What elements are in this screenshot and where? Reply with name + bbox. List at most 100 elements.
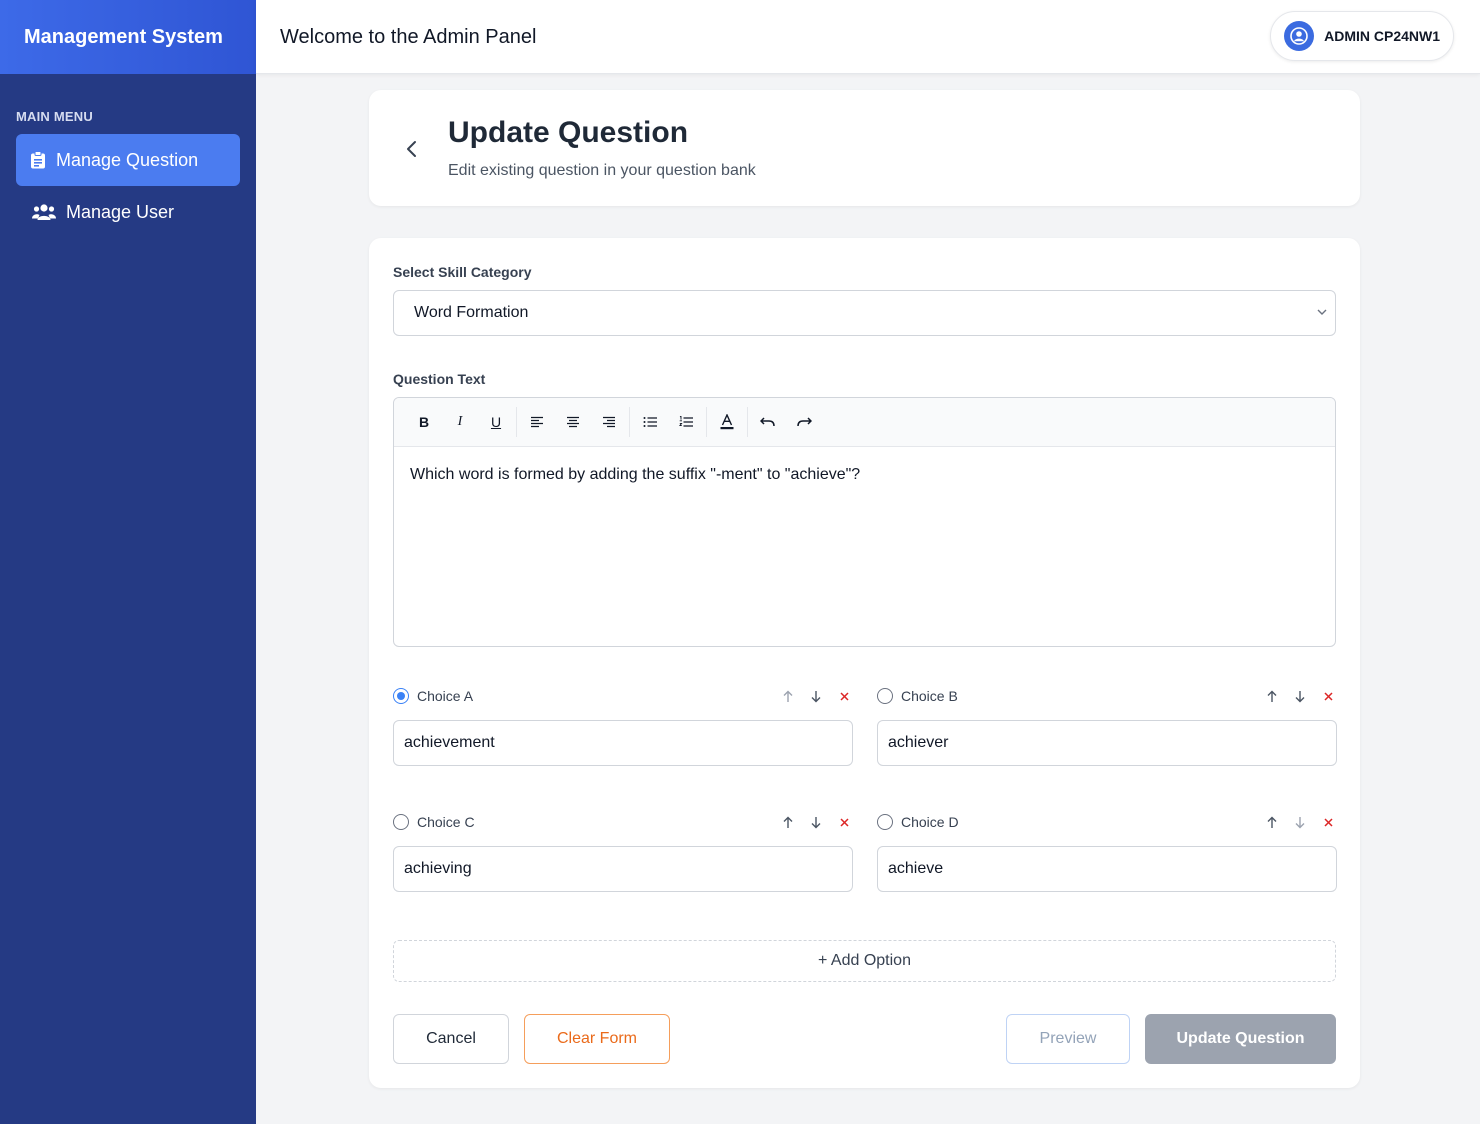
undo-button[interactable] [750,407,786,437]
choice-a-move-down[interactable] [802,686,830,706]
underline-button[interactable]: U [478,407,514,437]
skill-category-value: Word Formation [414,304,529,321]
clipboard-icon [30,151,46,169]
main-menu-heading: MAIN MENU [16,109,93,124]
choice-d-actions [1258,812,1342,832]
bold-icon: B [418,414,430,430]
arrow-up-icon [1267,816,1277,828]
choice-b-actions [1258,686,1342,706]
choice-b-header: Choice B [877,686,958,706]
category-label: Select Skill Category [393,264,532,280]
top-header: Welcome to the Admin Panel ADMIN CP24NW1 [256,0,1480,74]
bold-button[interactable]: B [406,407,442,437]
choice-c-move-down[interactable] [802,812,830,832]
choice-a-move-up[interactable] [774,686,802,706]
undo-icon [760,417,775,427]
text-color-button[interactable] [709,407,745,437]
redo-button[interactable] [786,407,822,437]
arrow-up-icon [783,816,793,828]
choice-b-input[interactable]: achiever [877,720,1337,766]
close-icon [839,817,849,827]
choice-c-label: Choice C [417,814,475,830]
bullet-list-button[interactable] [632,407,668,437]
header-title: Welcome to the Admin Panel [280,26,537,48]
toolbar-divider [747,407,748,437]
close-icon [1323,691,1333,701]
choice-b-label: Choice B [901,688,958,704]
arrow-down-icon [1295,816,1305,828]
skill-category-select[interactable]: Word Formation [393,290,1336,336]
numbered-list-button[interactable] [668,407,704,437]
choice-b-move-down[interactable] [1286,686,1314,706]
rich-text-editor: B I U Which word is formed by adding the… [393,397,1336,647]
choice-b-radio[interactable] [877,688,893,704]
choice-d-move-down[interactable] [1286,812,1314,832]
choice-d-header: Choice D [877,812,959,832]
sidebar-item-manage-question[interactable]: Manage Question [16,134,240,186]
sidebar: Management System MAIN MENU Manage Quest… [0,0,256,1124]
preview-button[interactable]: Preview [1006,1014,1130,1064]
add-option-button[interactable]: + Add Option [393,940,1336,982]
underline-icon: U [490,414,502,430]
text-color-icon [720,414,734,430]
choice-c-header: Choice C [393,812,475,832]
user-avatar-icon [1284,21,1315,51]
align-left-button[interactable] [519,407,555,437]
page-title-card: Update Question Edit existing question i… [369,90,1360,206]
arrow-down-icon [1295,690,1305,702]
choice-b-move-up[interactable] [1258,686,1286,706]
sidebar-item-label: Manage User [66,201,175,222]
choice-c-input[interactable]: achieving [393,846,853,892]
align-right-button[interactable] [591,407,627,437]
choice-a-actions [774,686,858,706]
choice-d-delete[interactable] [1314,812,1342,832]
choice-a-radio[interactable] [393,688,409,704]
sidebar-item-manage-user[interactable]: Manage User [16,186,240,238]
align-center-button[interactable] [555,407,591,437]
toolbar-divider [706,407,707,437]
sidebar-item-label: Manage Question [56,149,199,170]
italic-icon: I [457,414,463,429]
choice-a-input[interactable]: achievement [393,720,853,766]
chevron-down-icon [1317,309,1327,315]
choice-c-move-up[interactable] [774,812,802,832]
choice-c-delete[interactable] [830,812,858,832]
numbered-list-icon [678,416,693,427]
choice-d-input[interactable]: achieve [877,846,1337,892]
update-question-button[interactable]: Update Question [1145,1014,1336,1064]
back-button[interactable] [399,136,425,162]
align-center-icon [567,416,579,428]
arrow-down-icon [811,690,821,702]
page-subtitle: Edit existing question in your question … [448,162,756,179]
question-text-label: Question Text [393,371,486,387]
users-icon [32,203,56,221]
question-text-editor[interactable]: Which word is formed by adding the suffi… [394,447,1335,503]
choice-d-move-up[interactable] [1258,812,1286,832]
redo-icon [797,417,812,427]
choice-a-label: Choice A [417,688,474,704]
close-icon [1323,817,1333,827]
align-right-icon [603,416,615,428]
choice-c-actions [774,812,858,832]
cancel-button[interactable]: Cancel [393,1014,509,1064]
brand-bar: Management System [0,0,256,74]
align-left-icon [531,416,543,428]
arrow-up-icon [1267,690,1277,702]
chevron-left-icon [407,141,416,157]
bullet-list-icon [643,417,657,427]
italic-button[interactable]: I [442,407,478,437]
choice-d-radio[interactable] [877,814,893,830]
question-form: Select Skill Category Word Formation Que… [369,238,1360,1088]
choice-b-delete[interactable] [1314,686,1342,706]
clear-form-button[interactable]: Clear Form [524,1014,670,1064]
user-menu-button[interactable]: ADMIN CP24NW1 [1270,11,1454,61]
arrow-down-icon [811,816,821,828]
arrow-up-icon [783,690,793,702]
editor-toolbar: B I U [394,398,1335,447]
brand-title: Management System [24,25,223,48]
user-name: ADMIN CP24NW1 [1324,28,1440,44]
toolbar-divider [516,407,517,437]
choice-c-radio[interactable] [393,814,409,830]
choice-a-delete[interactable] [830,686,858,706]
close-icon [839,691,849,701]
